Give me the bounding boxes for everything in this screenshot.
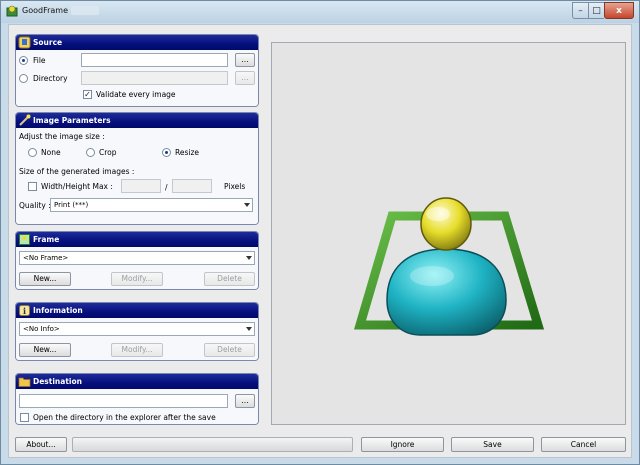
open-directory-checkbox[interactable] [20,413,29,422]
information-delete-button[interactable]: Delete [204,343,255,357]
frame-header: Frame [16,232,258,247]
frame-group: Frame <No Frame> New... Modify... Delete [15,231,259,290]
chevron-down-icon [246,256,252,260]
information-title: Information [33,306,83,315]
width-height-checkbox[interactable] [28,182,37,191]
image-params-title: Image Parameters [33,116,111,125]
client-area: Source File ... Directory ... ✓ Validate… [8,24,632,458]
information-group: i Information <No Info> New... Modify...… [15,302,259,361]
app-window: GoodFrame – □ x Source File ... Director… [0,0,640,465]
directory-label: Directory [33,74,68,83]
title-bar: GoodFrame – □ x [1,1,639,23]
close-button[interactable]: x [604,2,634,19]
validate-label: Validate every image [96,90,176,99]
chevron-down-icon [244,203,250,207]
ignore-button[interactable]: Ignore [361,437,444,452]
destination-browse-button[interactable]: ... [235,394,255,408]
crop-label: Crop [99,148,117,157]
information-select[interactable]: <No Info> [19,322,255,336]
information-header: i Information [16,303,258,318]
frame-new-button[interactable]: New... [19,272,71,286]
destination-body: ... Open the directory in the explorer a… [16,389,258,424]
image-params-body: Adjust the image size : None Crop Resize… [16,128,258,224]
resize-label: Resize [175,148,200,157]
user-in-frame-icon [353,197,545,336]
file-label: File [33,56,46,65]
pixels-label: Pixels [224,182,246,191]
user-body-shape [386,248,507,336]
image-params-header: Image Parameters [16,113,258,128]
information-new-button[interactable]: New... [19,343,71,357]
source-group: Source File ... Directory ... ✓ Validate… [15,34,259,107]
resize-radio[interactable] [162,148,171,157]
minimize-button[interactable]: – [572,2,588,19]
frame-body: <No Frame> New... Modify... Delete [16,247,258,289]
title-ghost [71,6,99,15]
information-select-value: <No Info> [23,325,60,333]
validate-checkbox[interactable]: ✓ [83,90,92,99]
frame-select-value: <No Frame> [23,254,69,262]
window-title: GoodFrame [22,6,68,15]
adjust-label: Adjust the image size : [19,132,105,141]
minimize-icon: – [578,5,583,16]
height-input[interactable] [172,179,212,193]
destination-path-input[interactable] [19,394,228,408]
save-button[interactable]: Save [451,437,534,452]
wand-icon [19,114,31,126]
maximize-icon: □ [592,5,601,16]
maximize-button[interactable]: □ [588,2,604,19]
destination-title: Destination [33,377,82,386]
frame-icon [19,234,30,245]
source-title: Source [33,38,63,47]
info-icon: i [19,305,30,316]
svg-text:i: i [23,306,26,316]
open-directory-label: Open the directory in the explorer after… [33,413,216,422]
source-icon [18,36,31,49]
folder-icon [18,377,31,387]
file-radio[interactable] [19,56,28,65]
preview-pane [271,42,626,425]
destination-group: Destination ... Open the directory in th… [15,373,259,425]
none-radio[interactable] [28,148,37,157]
width-height-label: Width/Height Max : [41,182,113,191]
cancel-button[interactable]: Cancel [541,437,626,452]
information-body: <No Info> New... Modify... Delete [16,318,258,360]
source-body: File ... Directory ... ✓ Validate every … [16,50,258,106]
quality-label: Quality : [19,201,51,210]
file-path-input[interactable] [81,53,228,67]
image-params-group: Image Parameters Adjust the image size :… [15,112,259,225]
progress-bar [72,437,353,452]
size-label: Size of the generated images : [19,167,135,176]
about-button[interactable]: About... [15,437,67,452]
frame-title: Frame [33,235,60,244]
chevron-down-icon [246,327,252,331]
width-input[interactable] [121,179,161,193]
frame-delete-button[interactable]: Delete [204,272,255,286]
user-head-shape [420,197,472,251]
frame-modify-button[interactable]: Modify... [111,272,163,286]
file-browse-button[interactable]: ... [235,53,255,67]
directory-radio[interactable] [19,74,28,83]
app-icon [6,5,18,17]
crop-radio[interactable] [86,148,95,157]
head-highlight [426,207,450,221]
frame-select[interactable]: <No Frame> [19,251,255,265]
destination-header: Destination [16,374,258,389]
body-highlight [410,266,454,286]
none-label: None [41,148,61,157]
source-header: Source [16,35,258,50]
directory-path-input[interactable] [81,71,228,85]
close-icon: x [616,5,622,16]
size-separator: / [165,183,168,192]
directory-browse-button[interactable]: ... [235,71,255,85]
information-modify-button[interactable]: Modify... [111,343,163,357]
quality-value: Print (***) [54,201,89,209]
quality-select[interactable]: Print (***) [50,198,253,212]
